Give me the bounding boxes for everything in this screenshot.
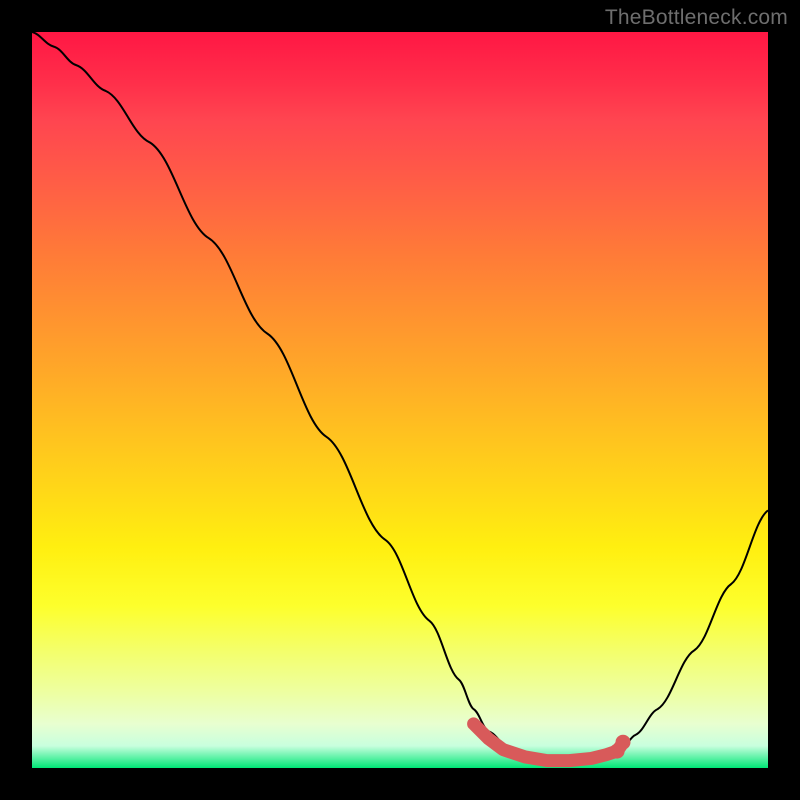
- optimal-zone-dots: [610, 735, 631, 759]
- watermark-text: TheBottleneck.com: [605, 6, 788, 30]
- optimal-zone-marker: [474, 724, 623, 761]
- chart-plot-area: [32, 32, 768, 768]
- optimal-zone-dot: [616, 735, 631, 750]
- bottleneck-curve-line: [32, 32, 768, 761]
- chart-svg: [32, 32, 768, 768]
